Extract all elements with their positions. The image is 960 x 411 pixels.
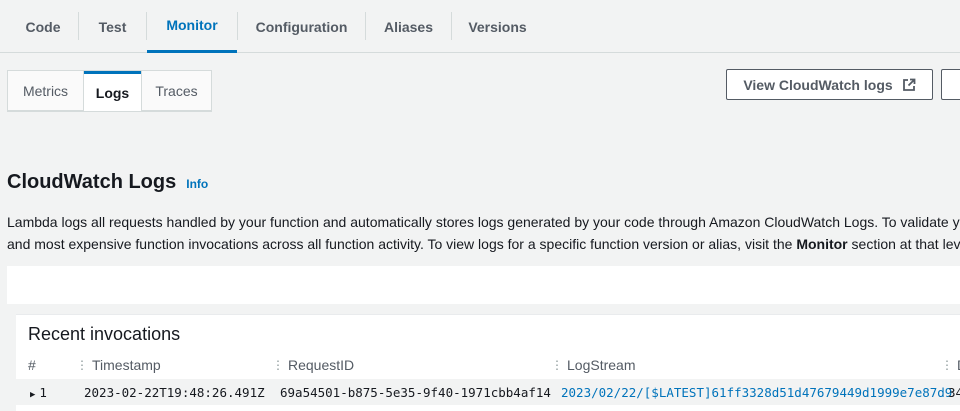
logstream-link[interactable]: 2023/02/22/[$LATEST]61ff3328d51d47679449… (561, 385, 952, 400)
monitor-subtabs: Metrics Logs Traces (7, 70, 212, 112)
recent-invocations-panel: Recent invocations # ⋮ Timestamp ⋮ Request… (16, 314, 960, 411)
duration-cell: 34 (948, 385, 960, 400)
view-cloudwatch-logs-button[interactable]: View CloudWatch logs (726, 69, 933, 100)
info-link[interactable]: Info (186, 177, 208, 191)
page-title: CloudWatch Logs (7, 171, 177, 193)
drag-handle-icon[interactable]: ⋮ (76, 358, 88, 372)
tab-code[interactable]: Code (8, 0, 78, 53)
section-description: Lambda logs all requests handled by your… (7, 211, 960, 255)
column-header-logstream[interactable]: ⋮ LogStream (551, 357, 635, 373)
drag-handle-icon[interactable]: ⋮ (941, 358, 953, 372)
subtab-metrics[interactable]: Metrics (8, 71, 83, 111)
view-cloudwatch-logs-label: View CloudWatch logs (743, 76, 893, 93)
column-header-duration[interactable]: ⋮Du (941, 357, 960, 373)
column-header-requestid[interactable]: ⋮ RequestID (272, 357, 354, 373)
column-header-number: # (28, 357, 36, 373)
top-tab-bar: Code Test Monitor Configuration Aliases … (0, 0, 960, 53)
description-text: and most expensive function invocations … (7, 236, 797, 252)
drag-handle-icon[interactable]: ⋮ (272, 358, 284, 372)
column-label: # (28, 357, 36, 373)
timestamp-cell: 2023-02-22T19:48:26.491Z (84, 385, 265, 400)
secondary-button[interactable] (941, 69, 960, 100)
tab-configuration[interactable]: Configuration (238, 0, 365, 53)
tab-aliases[interactable]: Aliases (366, 0, 451, 53)
tab-versions[interactable]: Versions (452, 0, 543, 53)
description-bold: Monitor (796, 236, 848, 252)
description-line-2: and most expensive function invocations … (7, 233, 960, 255)
tab-monitor[interactable]: Monitor (147, 0, 237, 53)
section-header: CloudWatch Logs Info (7, 171, 208, 194)
row-number-cell[interactable]: ▶ 1 (30, 385, 47, 400)
external-link-icon (902, 78, 916, 91)
description-line-1: Lambda logs all requests handled by your… (7, 214, 960, 230)
subtab-logs[interactable]: Logs (84, 71, 141, 111)
column-label: Timestamp (92, 357, 161, 373)
column-header-timestamp[interactable]: ⋮ Timestamp (76, 357, 161, 373)
row-number: 1 (39, 385, 47, 400)
description-text: section at that leve (847, 236, 960, 252)
subtab-traces[interactable]: Traces (142, 71, 211, 111)
drag-handle-icon[interactable]: ⋮ (551, 358, 563, 372)
column-label: RequestID (288, 357, 355, 373)
tab-test[interactable]: Test (79, 0, 146, 53)
recent-invocations-title: Recent invocations (28, 324, 181, 344)
expand-caret-icon[interactable]: ▶ (30, 390, 35, 400)
requestid-cell: 69a54501-b875-5e35-9f40-1971cbb4af14 (280, 385, 551, 400)
empty-panel (7, 266, 960, 304)
column-label: LogStream (567, 357, 636, 373)
